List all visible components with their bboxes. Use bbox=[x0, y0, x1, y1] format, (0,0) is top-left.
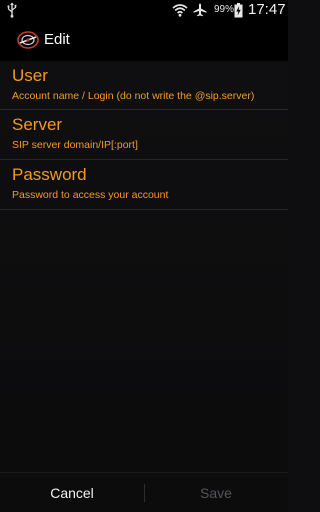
preferences-list: User Account name / Login (do not write … bbox=[0, 61, 288, 210]
pref-summary: Account name / Login (do not write the @… bbox=[12, 90, 255, 102]
clock: 17:47 bbox=[248, 1, 286, 18]
status-bar: 99% 17:47 bbox=[0, 0, 288, 20]
pref-server[interactable]: Server SIP server domain/IP[:port] bbox=[0, 110, 288, 160]
cancel-button[interactable]: Cancel bbox=[0, 473, 144, 512]
app-logo-icon[interactable] bbox=[17, 30, 39, 50]
edit-account-screen: 99% 17:47 Edit User Account name / Login… bbox=[0, 0, 288, 512]
bottom-button-bar: Cancel Save bbox=[0, 472, 288, 512]
page-title: Edit bbox=[44, 31, 70, 48]
save-button[interactable]: Save bbox=[144, 473, 288, 512]
usb-icon bbox=[7, 2, 17, 18]
battery-percent: 99% bbox=[214, 4, 235, 15]
battery-charging-icon bbox=[234, 3, 243, 18]
pref-user[interactable]: User Account name / Login (do not write … bbox=[0, 61, 288, 110]
pref-summary: SIP server domain/IP[:port] bbox=[12, 139, 138, 151]
pref-password[interactable]: Password Password to access your account bbox=[0, 160, 288, 210]
wifi-icon bbox=[172, 4, 188, 17]
action-bar: Edit bbox=[0, 20, 288, 61]
pref-title: User bbox=[12, 66, 48, 85]
pref-summary: Password to access your account bbox=[12, 189, 169, 201]
pref-title: Server bbox=[12, 115, 63, 134]
airplane-mode-icon bbox=[193, 3, 207, 17]
pref-title: Password bbox=[12, 165, 87, 184]
